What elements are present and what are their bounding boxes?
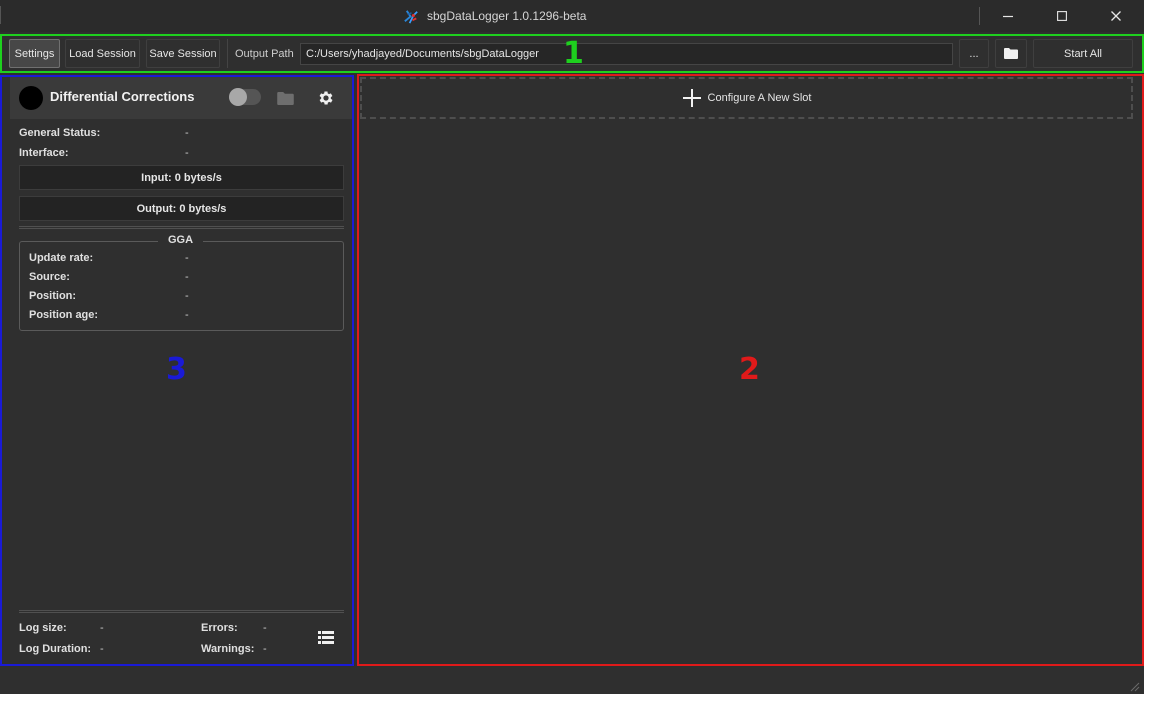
warnings-label: Warnings:: [201, 643, 255, 655]
source-label: Source:: [29, 271, 70, 283]
maximize-icon: [1057, 11, 1067, 21]
browse-path-button[interactable]: ...: [959, 39, 989, 68]
input-rate: Input: 0 bytes/s: [19, 165, 344, 190]
panel-folder-button[interactable]: [275, 88, 295, 108]
minimize-button[interactable]: [981, 0, 1035, 32]
start-all-button[interactable]: Start All: [1033, 39, 1133, 68]
panel-separator: [19, 226, 344, 229]
position-age-label: Position age:: [29, 309, 99, 321]
gear-icon: [319, 91, 333, 105]
errors-value: -: [263, 622, 267, 634]
position-age-value: -: [185, 309, 189, 321]
general-status-value: -: [185, 127, 189, 139]
errors-label: Errors:: [201, 622, 238, 634]
app-window: sbgDataLogger 1.0.1296-beta Settings Loa…: [0, 0, 1144, 694]
status-indicator: [19, 86, 43, 110]
load-session-button[interactable]: Load Session: [65, 39, 140, 68]
enable-toggle[interactable]: [229, 88, 261, 106]
minimize-icon: [1003, 15, 1013, 18]
footer-separator: [19, 610, 344, 613]
output-path-label: Output Path: [235, 47, 294, 60]
sbg-logo-icon: [404, 9, 418, 24]
plus-icon: [682, 89, 701, 107]
interface-value: -: [185, 147, 189, 159]
output-rate: Output: 0 bytes/s: [19, 196, 344, 221]
log-size-value: -: [100, 622, 104, 634]
window-title: sbgDataLogger 1.0.1296-beta: [427, 9, 587, 23]
panel-settings-button[interactable]: [316, 88, 336, 108]
folder-icon: [1004, 48, 1018, 59]
panel-header: Differential Corrections: [10, 77, 352, 119]
settings-button[interactable]: Settings: [9, 39, 60, 68]
panel-annotation-number: 3: [166, 352, 187, 387]
gga-group-title: GGA: [158, 234, 204, 246]
source-value: -: [185, 271, 189, 283]
list-icon: [318, 630, 334, 644]
log-duration-value: -: [100, 643, 104, 655]
title-separator: [979, 7, 980, 25]
close-button[interactable]: [1089, 0, 1143, 32]
log-duration-label: Log Duration:: [19, 643, 92, 655]
toolbar-divider: [227, 39, 228, 68]
slots-annotation-number: 2: [739, 352, 760, 387]
position-value: -: [185, 290, 189, 302]
update-rate-value: -: [185, 252, 189, 264]
position-label: Position:: [29, 290, 77, 302]
log-list-button[interactable]: [316, 627, 336, 647]
folder-icon: [276, 91, 294, 105]
toggle-knob: [229, 88, 247, 106]
title-bar-edge: [0, 6, 1, 24]
warnings-value: -: [263, 643, 267, 655]
toolbar-annotation-number: 1: [563, 36, 584, 71]
save-session-button[interactable]: Save Session: [146, 39, 220, 68]
output-path-input[interactable]: [300, 43, 953, 65]
maximize-button[interactable]: [1035, 0, 1089, 32]
update-rate-label: Update rate:: [29, 252, 94, 264]
log-size-label: Log size:: [19, 622, 67, 634]
interface-label: Interface:: [19, 147, 69, 159]
title-bar[interactable]: sbgDataLogger 1.0.1296-beta: [0, 0, 1144, 32]
title-area: sbgDataLogger 1.0.1296-beta: [402, 4, 586, 28]
close-icon: [1111, 11, 1121, 21]
general-status-label: General Status:: [19, 127, 101, 139]
configure-new-slot-button[interactable]: Configure A New Slot: [360, 77, 1133, 119]
panel-title: Differential Corrections: [50, 89, 195, 104]
resize-grip-icon[interactable]: [1128, 680, 1140, 692]
configure-new-slot-label: Configure A New Slot: [707, 92, 812, 104]
open-folder-button[interactable]: [995, 39, 1027, 68]
